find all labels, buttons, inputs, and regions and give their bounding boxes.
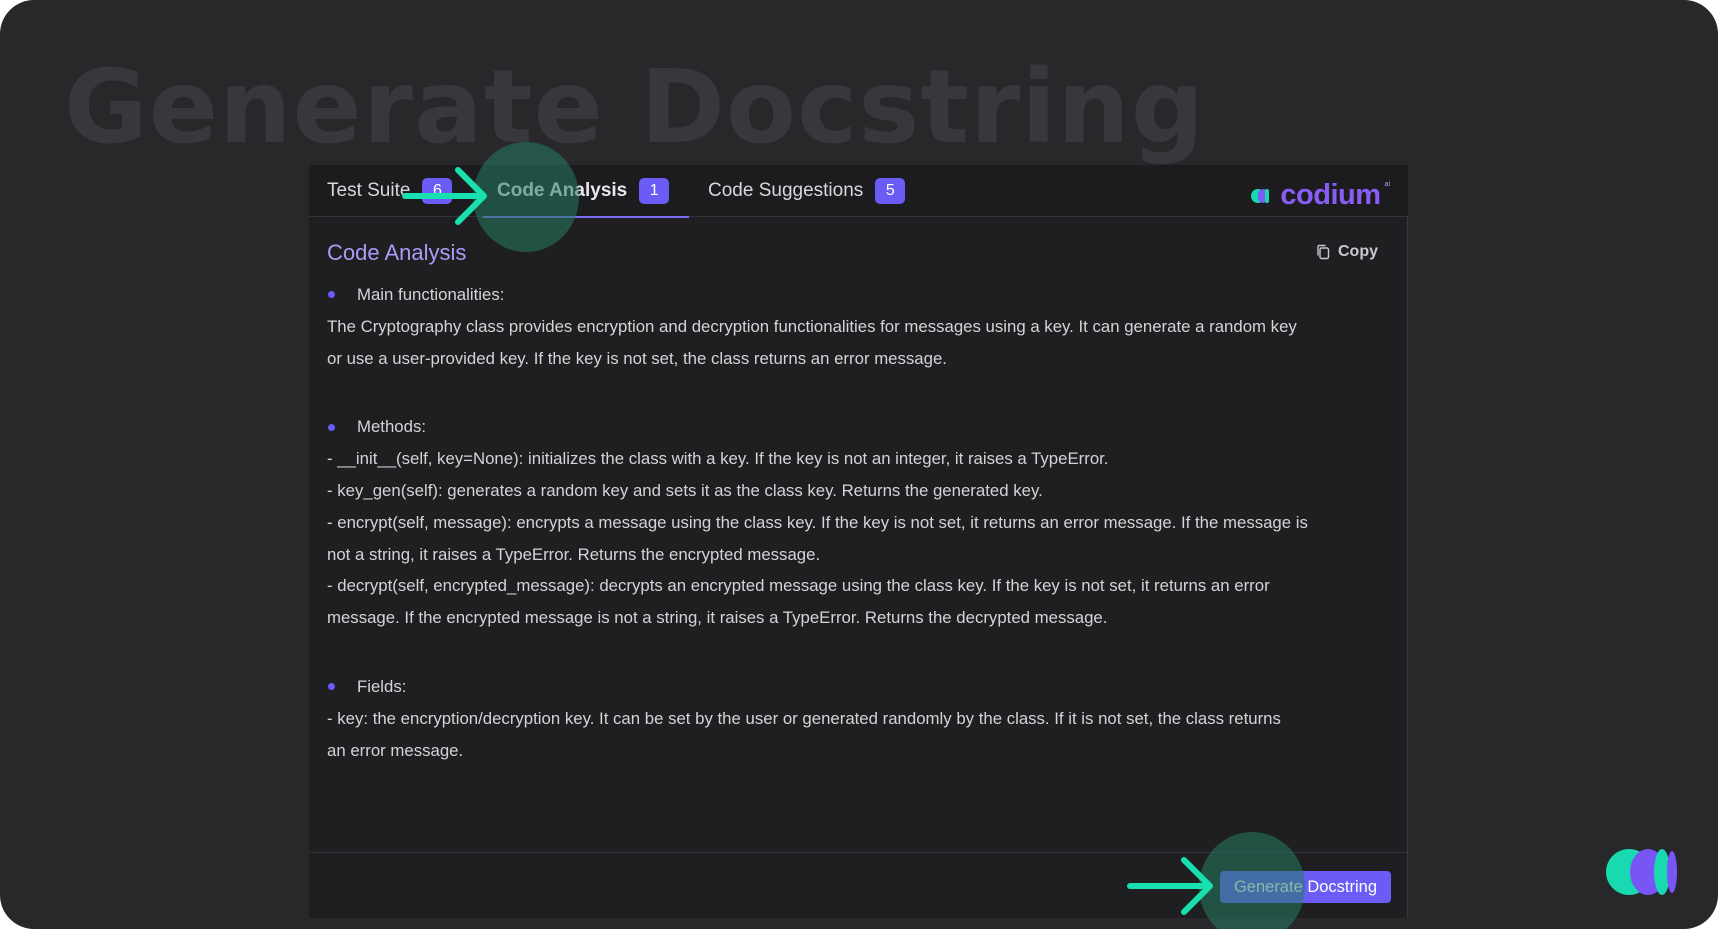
tab-label: Code Analysis — [497, 180, 628, 201]
tab-code-analysis[interactable]: Code Analysis 1 — [482, 165, 690, 218]
bullet-fields: Fields: — [327, 671, 1392, 703]
bullet-heading: Methods: — [357, 417, 427, 437]
text-line: The Cryptography class provides encrypti… — [327, 316, 1297, 336]
text-line: message. If the encrypted message is not… — [327, 608, 1108, 628]
copy-button[interactable]: Copy — [1316, 243, 1378, 261]
text-line: - key: the encryption/decryption key. It… — [327, 708, 1281, 728]
bullet-methods: Methods: — [327, 411, 1392, 443]
text-line: - decrypt(self, encrypted_message): decr… — [327, 576, 1270, 596]
brand-tm: ai — [1384, 181, 1390, 188]
codium-panel: Test Suite 6 Code Analysis 1 Code Sugges… — [309, 165, 1408, 918]
tab-count-badge: 1 — [639, 178, 670, 204]
copy-icon — [1317, 244, 1330, 260]
text-line: - key_gen(self): generates a random key … — [327, 480, 1043, 500]
text-line: not a string, it raises a TypeError. Ret… — [327, 544, 821, 564]
brand-name: codium — [1280, 179, 1381, 211]
text-line: an error message. — [327, 740, 464, 760]
tab-test-suite[interactable]: Test Suite 6 — [327, 165, 453, 217]
tab-count-badge: 5 — [875, 178, 906, 204]
panel-footer: Generate Docstring — [309, 852, 1408, 918]
hero-title: Generate Docstring — [64, 48, 1205, 167]
bullet-dot — [328, 291, 335, 299]
codium-logo-icon — [1251, 188, 1270, 203]
bullet-dot — [328, 683, 335, 691]
copy-label: Copy — [1338, 243, 1378, 260]
codium-mark-icon — [1606, 849, 1677, 895]
text-line: - encrypt(self, message): encrypts a mes… — [327, 512, 1308, 532]
tab-label: Test Suite — [327, 180, 411, 201]
section-title: Code Analysis — [327, 240, 467, 265]
tab-code-suggestions[interactable]: Code Suggestions 5 — [708, 165, 906, 217]
screenshot-frame: Generate Docstring Test Suite 6 Code Ana… — [0, 0, 1718, 929]
generate-docstring-button[interactable]: Generate Docstring — [1220, 871, 1391, 903]
analysis-text: Main functionalities: The Cryptography c… — [327, 279, 1392, 766]
text-line: or use a user-provided key. If the key i… — [327, 348, 947, 368]
tab-count-badge: 6 — [422, 178, 453, 204]
tab-label: Code Suggestions — [708, 180, 864, 201]
tab-bar: Test Suite 6 Code Analysis 1 Code Sugges… — [309, 165, 1408, 218]
bullet-main-functionalities: Main functionalities: — [327, 279, 1392, 311]
bullet-dot — [328, 423, 335, 431]
text-line: - __init__(self, key=None): initializes … — [327, 449, 1109, 469]
bullet-heading: Fields: — [357, 676, 407, 696]
bullet-heading: Main functionalities: — [357, 285, 505, 304]
codium-logo: codium ai — [1250, 179, 1390, 212]
